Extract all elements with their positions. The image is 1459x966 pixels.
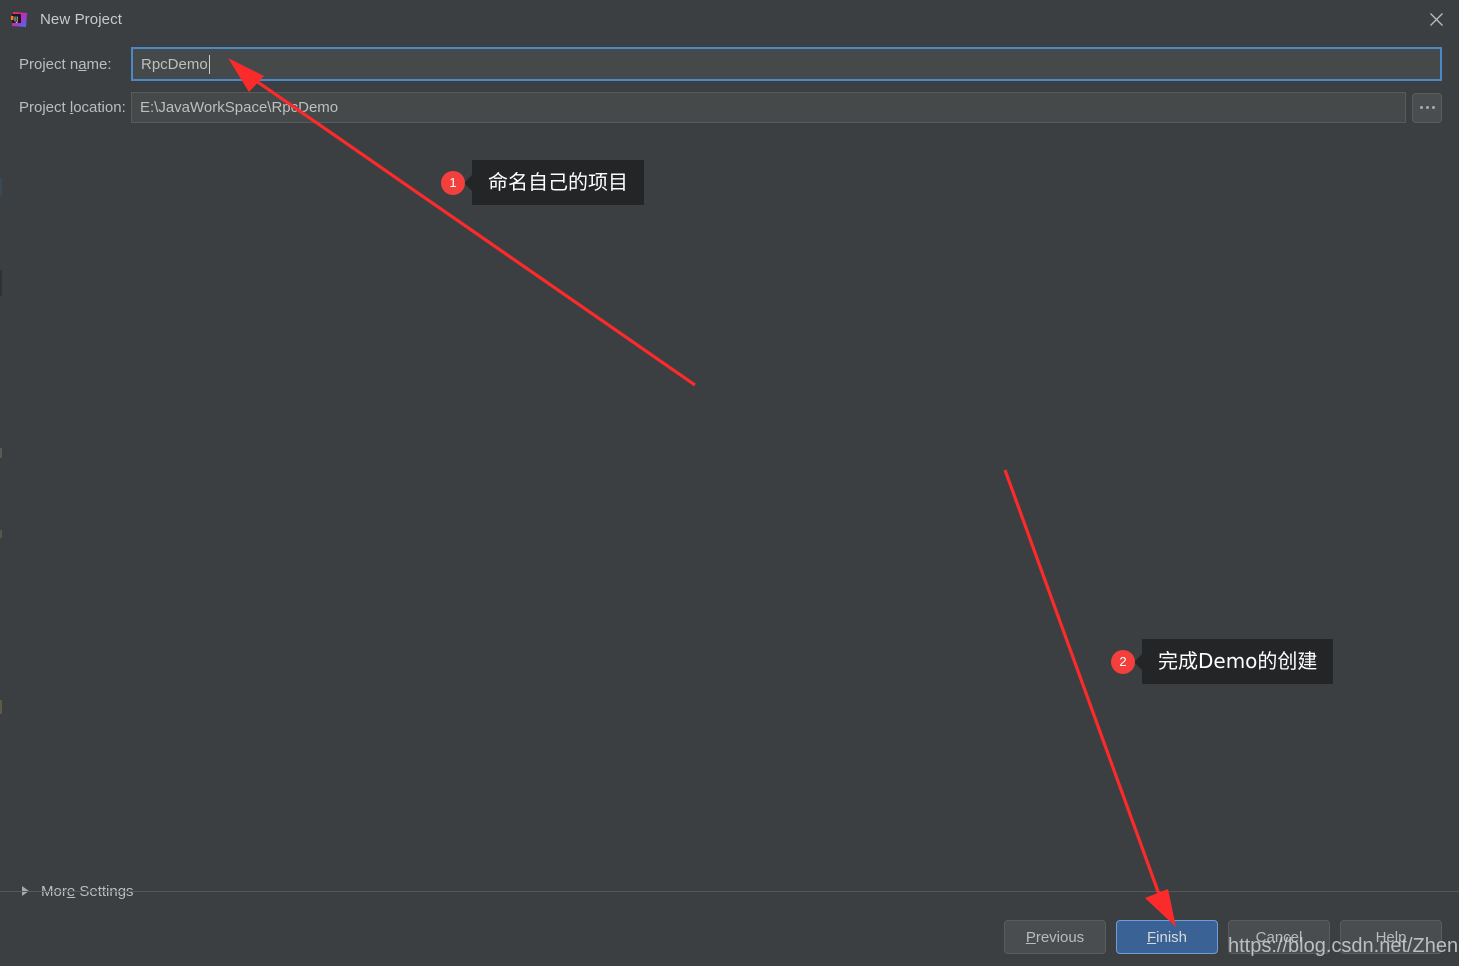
edge-artifact [0, 700, 2, 714]
browse-folder-button[interactable] [1412, 92, 1442, 123]
callout-1: 1 命名自己的项目 [441, 160, 644, 205]
project-name-row: Project name: RpcDemo [0, 47, 1459, 81]
ellipsis-icon [1425, 106, 1429, 109]
ellipsis-icon [1419, 106, 1423, 109]
text-caret [208, 54, 210, 74]
svg-text:IJ: IJ [14, 15, 18, 23]
finish-button[interactable]: Finish [1116, 920, 1218, 954]
callout-text: 命名自己的项目 [472, 160, 644, 205]
window-title: New Project [40, 10, 122, 28]
titlebar: IJ New Project [0, 0, 1459, 38]
close-icon[interactable] [1413, 0, 1459, 38]
callout-badge: 1 [441, 170, 465, 195]
new-project-dialog: IJ New Project Project name: RpcDemo Pro… [0, 0, 1459, 966]
edge-artifact [0, 448, 2, 458]
edge-artifact [0, 178, 2, 196]
footer-separator [0, 891, 1459, 892]
project-location-row: Project location: E:\JavaWorkSpace\RpcDe… [0, 92, 1459, 123]
project-location-input[interactable]: E:\JavaWorkSpace\RpcDemo [131, 92, 1406, 123]
annotation-arrow-2 [1003, 469, 1176, 927]
callout-2: 2 完成Demo的创建 [1111, 639, 1334, 684]
callout-badge: 2 [1111, 649, 1135, 674]
annotation-overlay [228, 58, 1176, 927]
intellij-idea-icon: IJ [11, 11, 28, 28]
edge-artifact [0, 270, 2, 296]
project-name-value: RpcDemo [141, 55, 208, 73]
previous-button[interactable]: Previous [1004, 920, 1106, 954]
project-location-label: Project location: [19, 99, 126, 116]
ellipsis-icon [1431, 106, 1435, 109]
callout-text: 完成Demo的创建 [1142, 639, 1334, 684]
edge-artifact [0, 530, 2, 538]
project-name-input[interactable]: RpcDemo [131, 47, 1442, 81]
project-name-label: Project name: [19, 55, 112, 73]
watermark-text: https://blog.csdn.net/Zheng_lan [1228, 935, 1459, 957]
project-location-value: E:\JavaWorkSpace\RpcDemo [140, 99, 339, 116]
